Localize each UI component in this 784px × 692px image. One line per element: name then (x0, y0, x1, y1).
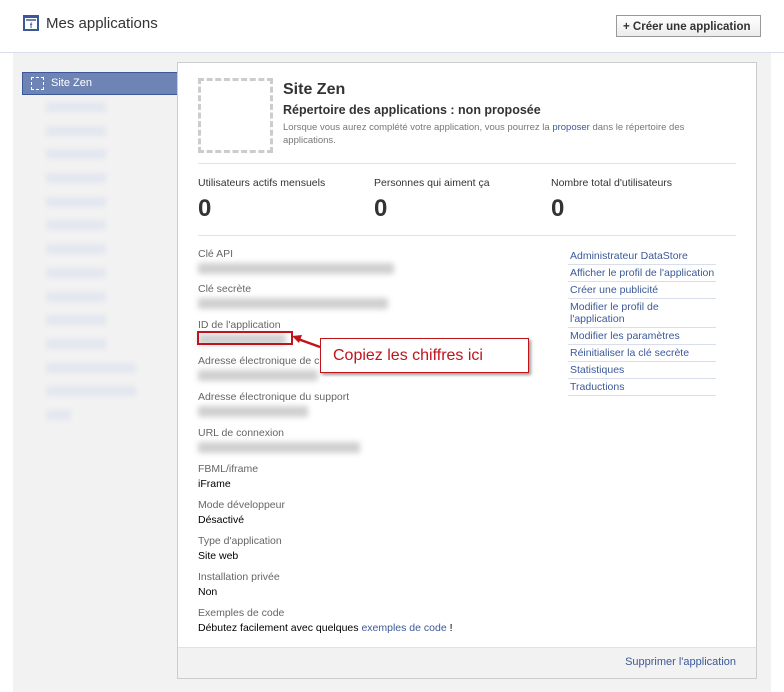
annotation-arrow (292, 335, 321, 349)
sidebar-item-hidden[interactable] (22, 379, 178, 403)
applications-icon: f (23, 15, 39, 31)
delete-app-link[interactable]: Supprimer l'application (625, 656, 736, 668)
fbml-field: FBML/iframe iFrame (198, 463, 259, 490)
contact-email-value-redacted (198, 370, 318, 381)
login-url-field: URL de connexion (198, 427, 360, 456)
propose-link[interactable]: proposer (552, 122, 590, 133)
link-translations[interactable]: Traductions (568, 379, 716, 396)
sidebar-item-hidden[interactable] (22, 356, 178, 380)
sidebar-item-label: Site Zen (51, 77, 92, 89)
link-statistics[interactable]: Statistiques (568, 362, 716, 379)
sidebar-item-hidden[interactable] (22, 213, 178, 237)
link-edit-settings[interactable]: Modifier les paramètres (568, 328, 716, 345)
page-title: Mes applications (46, 15, 158, 32)
panel-footer: Supprimer l'application (178, 647, 756, 678)
dev-mode-field: Mode développeur Désactivé (198, 499, 285, 526)
sidebar: Site Zen (22, 72, 178, 427)
directory-status: Répertoire des applications : non propos… (283, 103, 541, 117)
secret-key-value-redacted (198, 298, 388, 309)
code-examples-field: Exemples de code Débutez facilement avec… (198, 607, 453, 634)
private-install-field: Installation privée Non (198, 571, 280, 598)
stat-total-users: Nombre total d'utilisateurs 0 (551, 177, 673, 222)
contact-email-field: Adresse électronique de c (198, 355, 319, 384)
directory-hint: Lorsque vous aurez complété votre applic… (283, 122, 685, 146)
support-email-value-redacted (198, 406, 308, 417)
sidebar-item-hidden[interactable] (22, 261, 178, 285)
sidebar-item-hidden[interactable] (22, 166, 178, 190)
sidebar-item-hidden[interactable] (22, 285, 178, 309)
app-id-highlight (197, 331, 293, 345)
app-type-field: Type d'application Site web (198, 535, 282, 562)
link-datastore-admin[interactable]: Administrateur DataStore (568, 248, 716, 265)
sidebar-item-hidden[interactable] (22, 119, 178, 143)
api-key-field: Clé API (198, 248, 394, 277)
stat-likes: Personnes qui aiment ça 0 (374, 177, 490, 222)
api-key-value-redacted (198, 263, 394, 274)
link-reset-secret[interactable]: Réinitialiser la clé secrète (568, 345, 716, 362)
sidebar-item-hidden[interactable] (22, 190, 178, 214)
app-logo-placeholder (198, 78, 273, 153)
annotation-callout: Copiez les chiffres ici (320, 338, 529, 373)
page-header: f Mes applications + Créer une applicati… (0, 0, 784, 53)
stat-monthly-users: Utilisateurs actifs mensuels 0 (198, 177, 326, 222)
sidebar-item-hidden[interactable] (22, 237, 178, 261)
app-actions-list: Administrateur DataStore Afficher le pro… (568, 248, 716, 396)
link-create-ad[interactable]: Créer une publicité (568, 282, 716, 299)
app-placeholder-icon (31, 77, 44, 90)
sidebar-item-hidden[interactable] (22, 142, 178, 166)
secret-key-field: Clé secrète (198, 283, 388, 312)
link-edit-profile[interactable]: Modifier le profil de l'application (568, 299, 716, 328)
divider (198, 235, 736, 236)
login-url-value-redacted (198, 442, 360, 453)
sidebar-item-hidden[interactable] (22, 332, 178, 356)
sidebar-item-hidden[interactable] (22, 308, 178, 332)
sidebar-item-hidden[interactable] (22, 403, 178, 427)
code-examples-link[interactable]: exemples de code (361, 622, 446, 634)
divider (198, 163, 736, 164)
sidebar-item-hidden[interactable] (22, 95, 178, 119)
support-email-field: Adresse électronique du support (198, 391, 349, 420)
sidebar-item-site-zen[interactable]: Site Zen (22, 72, 178, 95)
create-app-button[interactable]: + Créer une application (616, 15, 761, 37)
link-view-profile[interactable]: Afficher le profil de l'application (568, 265, 716, 282)
app-name: Site Zen (283, 81, 346, 98)
